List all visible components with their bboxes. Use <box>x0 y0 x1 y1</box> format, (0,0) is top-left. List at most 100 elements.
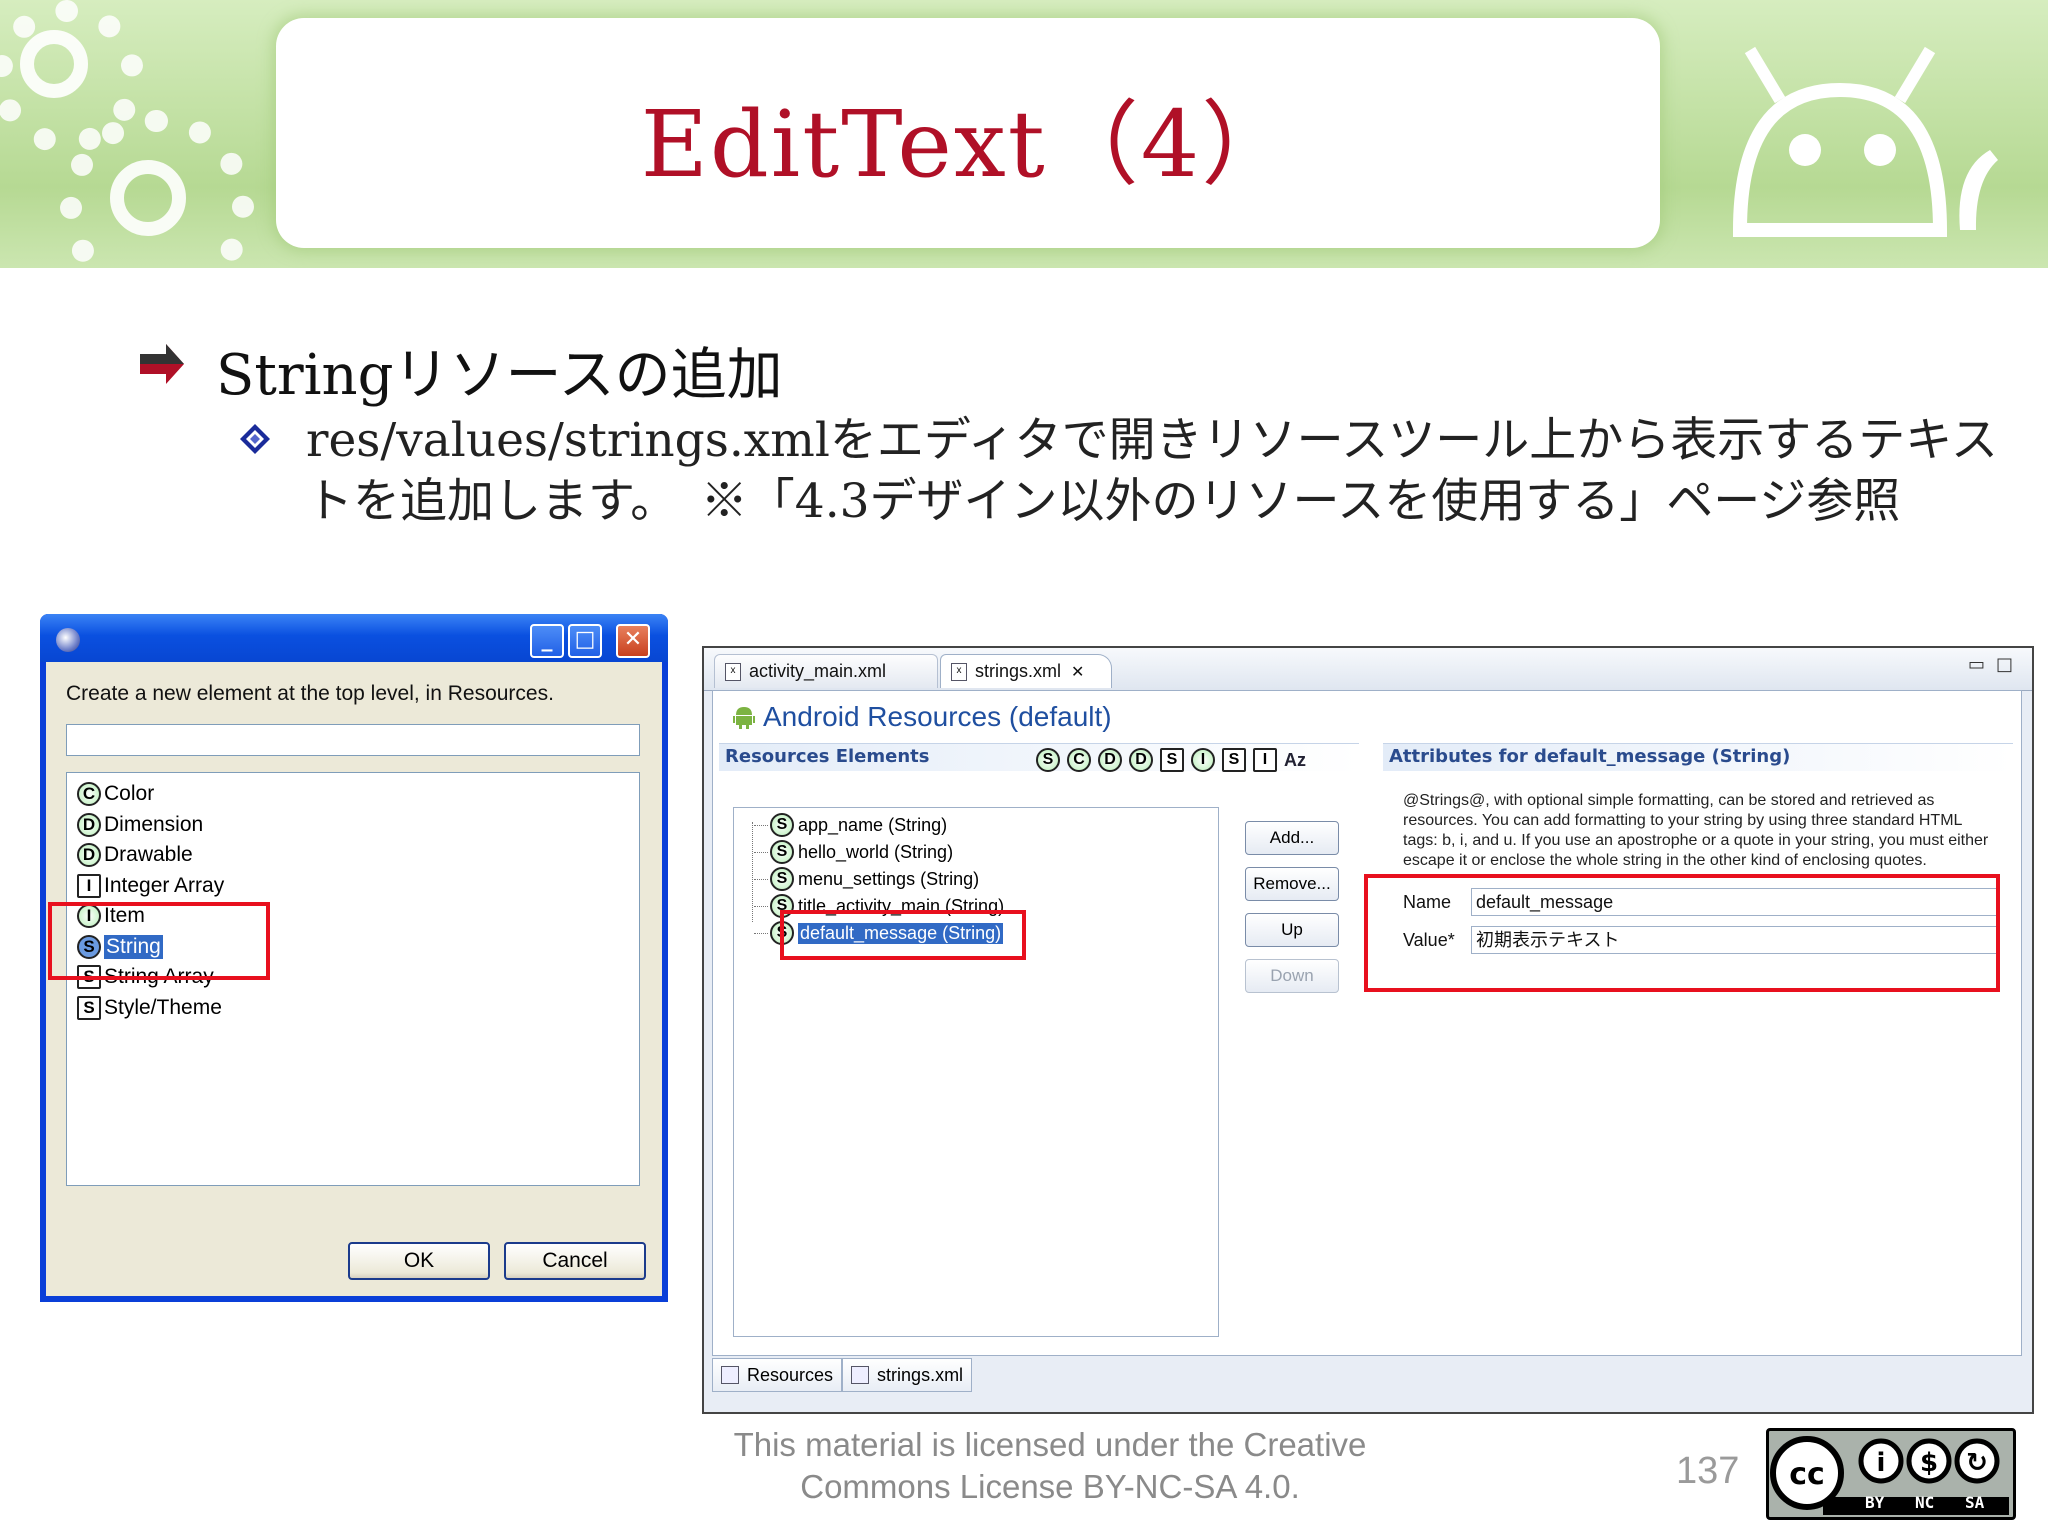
license-text: This material is licensed under the Crea… <box>680 1424 1420 1508</box>
tab-strings-xml-source[interactable]: strings.xml <box>842 1358 973 1392</box>
cc-nc-label: NC <box>1915 1493 1935 1512</box>
add-resource-type-icon[interactable]: I <box>1191 748 1215 772</box>
svg-text:cc: cc <box>1789 1457 1825 1492</box>
add-button[interactable]: Add... <box>1245 821 1339 855</box>
highlight-string-item <box>48 902 270 980</box>
ok-button[interactable]: OK <box>348 1242 490 1280</box>
eclipse-icon <box>56 628 80 652</box>
resource-toolbar: S C D D S I S I Az <box>1036 747 1306 773</box>
tree-item-label: hello_world (String) <box>798 841 954 862</box>
tab-resources[interactable]: Resources <box>712 1358 843 1392</box>
sort-az-icon[interactable]: Az <box>1284 750 1306 771</box>
resource-editor-body: Android Resources (default) Resources El… <box>712 690 2022 1356</box>
maximize-button[interactable]: □ <box>568 624 602 658</box>
close-tab-icon[interactable]: ✕ <box>1071 662 1084 682</box>
header-banner: EditText（4） <box>0 0 2048 268</box>
list-item-label: Dimension <box>104 812 204 836</box>
up-button[interactable]: Up <box>1245 913 1339 947</box>
editor-header: Android Resources (default) <box>733 701 1112 733</box>
add-resource-type-icon[interactable]: D <box>1129 748 1153 772</box>
tab-activity-main-label: activity_main.xml <box>749 661 887 681</box>
tree-item-label: menu_settings (String) <box>798 868 980 889</box>
add-resource-type-icon[interactable]: C <box>1067 748 1091 772</box>
list-item[interactable]: D Dimension <box>77 810 203 840</box>
highlight-default-message <box>780 910 1026 960</box>
editor-tab-bar: x activity_main.xml x strings.xml ✕ ▭ □ <box>704 648 2032 691</box>
minimize-button[interactable]: _ <box>530 624 564 658</box>
list-item[interactable]: I Integer Array <box>77 871 224 901</box>
list-item[interactable]: S Style/Theme <box>77 993 222 1023</box>
cc-by-label: BY <box>1865 1493 1885 1512</box>
tree-item[interactable]: Sapp_name (String) <box>754 812 947 838</box>
minimize-view-icon[interactable]: ▭ <box>1968 654 1985 675</box>
list-item[interactable]: C Color <box>77 779 154 809</box>
tab-resources-label: Resources <box>747 1364 834 1385</box>
tab-strings-xml[interactable]: x strings.xml ✕ <box>940 654 1112 688</box>
add-resource-type-icon[interactable]: D <box>1098 748 1122 772</box>
dialog-prompt: Create a new element at the top level, i… <box>66 682 554 705</box>
maximize-view-icon[interactable]: □ <box>1996 654 2013 675</box>
list-item-label: Integer Array <box>104 873 225 897</box>
tree-item-label: app_name (String) <box>798 814 948 835</box>
page-number: 137 <box>1676 1450 1740 1492</box>
tree-connector <box>754 905 768 907</box>
editor-bottom-tabs: Resources strings.xml <box>712 1358 973 1392</box>
tree-connector <box>754 824 768 826</box>
tree-connector <box>754 878 768 880</box>
list-item-label: Drawable <box>104 843 193 866</box>
diamond-bullet-icon <box>240 424 270 454</box>
svg-text:i: i <box>1877 1448 1886 1478</box>
cc-sa-label: SA <box>1965 1493 1985 1512</box>
close-button[interactable]: ✕ <box>616 624 650 658</box>
resource-type-icon: I <box>77 873 101 898</box>
resource-tree[interactable]: Sapp_name (String) Shello_world (String) S… <box>733 807 1219 1337</box>
tree-connector <box>752 822 753 922</box>
remove-button[interactable]: Remove... <box>1245 867 1339 901</box>
tab-activity-main[interactable]: x activity_main.xml <box>714 654 938 688</box>
add-resource-type-icon[interactable]: I <box>1253 748 1277 772</box>
android-icon <box>733 707 755 729</box>
tab-strings-xml-label: strings.xml <box>975 661 1062 681</box>
add-resource-type-icon[interactable]: S <box>1036 748 1060 772</box>
gear-icon <box>110 160 186 236</box>
resource-type-icon: S <box>77 995 101 1020</box>
tree-connector <box>754 851 768 853</box>
down-button[interactable]: Down <box>1245 959 1339 993</box>
cc-license-badge: cc i $ ↻ BY NC SA <box>1766 1428 2016 1520</box>
tab-strings-xml-source-label: strings.xml <box>877 1364 964 1385</box>
svg-text:$: $ <box>1920 1448 1938 1478</box>
list-item-label: Style/Theme <box>104 995 222 1019</box>
string-resource-icon: S <box>770 813 794 837</box>
highlight-name-value-fields <box>1364 874 2000 992</box>
tree-item[interactable]: Smenu_settings (String) <box>754 866 979 892</box>
string-resource-icon: S <box>770 867 794 891</box>
xml-file-icon: x <box>951 662 967 681</box>
dialog-titlebar[interactable]: _ □ ✕ <box>40 614 668 662</box>
svg-text:↻: ↻ <box>1966 1448 1988 1478</box>
eclipse-editor: x activity_main.xml x strings.xml ✕ ▭ □ … <box>702 646 2034 1414</box>
attributes-header: Attributes for default_message (String) <box>1383 743 2013 771</box>
arrow-bullet-icon <box>140 344 184 384</box>
cancel-button[interactable]: Cancel <box>504 1242 646 1280</box>
tree-item[interactable]: Shello_world (String) <box>754 839 953 865</box>
xml-file-icon: x <box>725 662 741 681</box>
android-robot-icon <box>1732 46 1998 237</box>
xml-source-tab-icon <box>851 1366 870 1384</box>
filter-input[interactable] <box>66 724 640 756</box>
resources-tab-icon <box>721 1366 739 1384</box>
tree-connector <box>754 932 768 934</box>
page-title: EditText（4） <box>640 91 1296 198</box>
add-resource-type-icon[interactable]: S <box>1222 748 1246 772</box>
string-resource-icon: S <box>770 840 794 864</box>
editor-header-title: Android Resources (default) <box>763 701 1112 732</box>
resource-type-icon: D <box>77 843 101 867</box>
license-line2: Commons License BY-NC-SA 4.0. <box>800 1468 1300 1505</box>
resource-type-icon: C <box>77 782 101 806</box>
resource-type-icon: D <box>77 812 101 837</box>
license-line1: This material is licensed under the Crea… <box>733 1426 1367 1463</box>
list-item[interactable]: D Drawable <box>77 840 193 870</box>
gear-icon <box>20 30 88 98</box>
add-resource-type-icon[interactable]: S <box>1160 748 1184 772</box>
attributes-description: @Strings@, with optional simple formatti… <box>1403 792 1989 869</box>
bullet-level1-text: Stringリソースの追加 <box>216 343 783 408</box>
